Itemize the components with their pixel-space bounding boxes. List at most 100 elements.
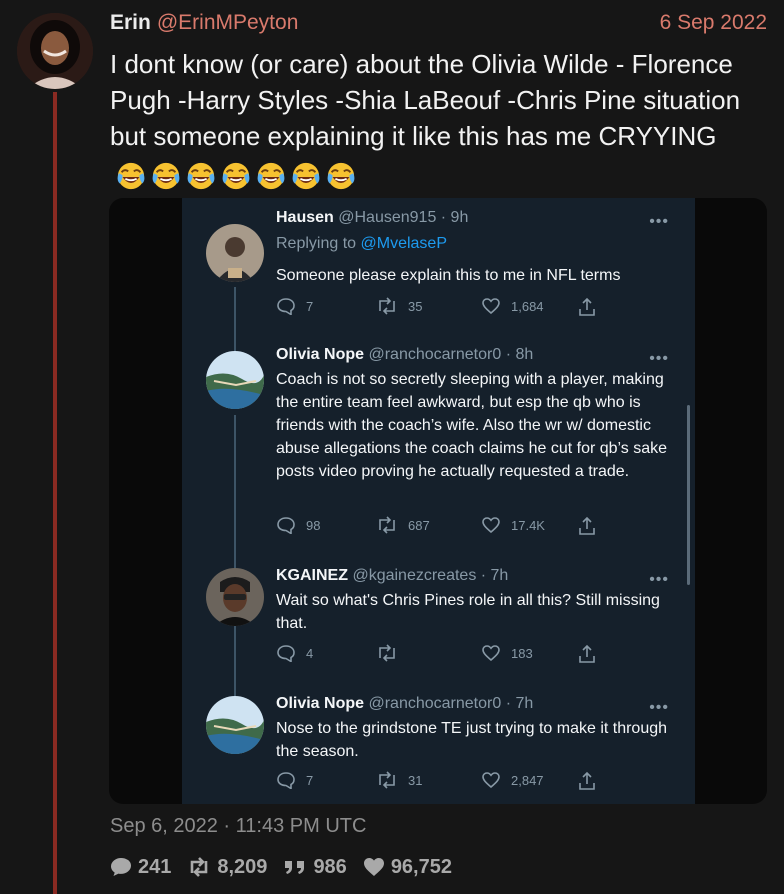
reply-avatar — [206, 224, 264, 282]
face-with-tears-of-joy-icon — [221, 161, 251, 191]
retweet-icon — [379, 771, 395, 789]
more-icon: ••• — [649, 213, 669, 230]
heart-icon — [363, 858, 384, 876]
face-with-tears-of-joy-icon — [151, 161, 181, 191]
tweet-header: Erin @ErinMPeyton 6 Sep 2022 — [110, 11, 767, 37]
replying-to: Replying to @MvelaseP — [276, 235, 447, 253]
author-handle[interactable]: @ErinMPeyton — [157, 11, 299, 34]
reply-avatar — [206, 351, 264, 409]
retweet-count-value: 35 — [408, 298, 423, 314]
retweet-icon — [379, 516, 395, 534]
share-icon — [578, 771, 606, 791]
tweet-text-content: I dont know (or care) about the Olivia W… — [110, 49, 741, 151]
retweet-count: 35 — [376, 297, 422, 315]
embedded-reply: Hausen @Hausen915 · 9h ••• Replying to @… — [182, 209, 695, 355]
replying-to-label: Replying to — [276, 235, 357, 252]
reply-handle-time: @ranchocarnetor0 · 8h — [368, 346, 534, 363]
tweet-stats: 241 8,209 986 96,752 — [110, 854, 468, 880]
speech-bubble-icon — [277, 772, 295, 789]
speech-bubble-icon — [111, 858, 131, 876]
reply-body: Wait so what's Chris Pines role in all t… — [276, 592, 660, 632]
retweet-icon — [379, 297, 395, 315]
heart-icon — [482, 298, 500, 315]
like-count: 1,684 — [481, 297, 544, 315]
screenshot-panel: Hausen @Hausen915 · 9h ••• Replying to @… — [182, 198, 695, 804]
reply-author-name: Olivia Nope — [276, 346, 365, 363]
reply-author-name: Olivia Nope — [276, 695, 365, 712]
face-with-tears-of-joy-icon — [256, 161, 286, 191]
more-icon: ••• — [649, 350, 669, 367]
share-icon — [578, 516, 606, 536]
like-count-value: 2,847 — [511, 772, 544, 788]
reply-thread-line — [234, 287, 236, 355]
replies-count: 241 — [138, 855, 172, 878]
speech-bubble-icon — [277, 645, 295, 662]
reply-handle-time: @kgainezcreates · 7h — [352, 567, 509, 584]
heart-icon — [482, 772, 500, 789]
retweet-icon — [379, 644, 395, 662]
retweet-count: 687 — [376, 516, 430, 534]
quotes-count: 986 — [313, 855, 347, 878]
embedded-reply: KGAINEZ @kgainezcreates · 7h ••• Wait so… — [182, 567, 695, 711]
reply-avatar — [206, 568, 264, 626]
quote-icon — [285, 861, 305, 874]
reply-body: Coach is not so secretly sleeping with a… — [276, 371, 668, 480]
reply-handle-time: @Hausen915 · 9h — [338, 209, 469, 226]
reply-avatar — [206, 696, 264, 754]
reply-header: Olivia Nope @ranchocarnetor0 · 7h — [276, 695, 533, 713]
heart-icon — [482, 645, 500, 662]
like-count-value: 17.4K — [511, 517, 545, 533]
reply-handle-time: @ranchocarnetor0 · 7h — [368, 695, 534, 712]
more-icon: ••• — [649, 699, 669, 716]
reply-count-value: 98 — [306, 517, 321, 533]
reply-count-value: 7 — [306, 772, 314, 788]
reply-count: 98 — [276, 516, 320, 534]
reply-author-name: Hausen — [276, 209, 334, 226]
reply-header: Hausen @Hausen915 · 9h — [276, 209, 468, 227]
thread-line — [53, 92, 57, 894]
share-icon — [578, 644, 606, 664]
embedded-reply: Olivia Nope @ranchocarnetor0 · 7h ••• No… — [182, 695, 695, 800]
retweets-stat[interactable]: 8,209 — [187, 856, 267, 879]
like-count: 2,847 — [481, 771, 544, 789]
more-icon: ••• — [649, 571, 669, 588]
reply-body: Someone please explain this to me in NFL… — [276, 267, 621, 284]
retweet-icon — [191, 857, 208, 877]
reply-body: Nose to the grindstone TE just trying to… — [276, 720, 668, 760]
face-with-tears-of-joy-icon — [326, 161, 356, 191]
author-name[interactable]: Erin — [110, 11, 151, 34]
retweet-count — [376, 644, 408, 662]
likes-stat[interactable]: 96,752 — [363, 856, 452, 879]
like-count-value: 183 — [511, 645, 533, 661]
face-with-tears-of-joy-icon — [291, 161, 321, 191]
embedded-reply: Olivia Nope @ranchocarnetor0 · 8h ••• Co… — [182, 346, 695, 633]
like-count: 17.4K — [481, 516, 545, 534]
reply-count: 7 — [276, 297, 313, 315]
reply-count-value: 4 — [306, 645, 314, 661]
face-with-tears-of-joy-icon — [116, 161, 146, 191]
emoji-row — [116, 156, 361, 192]
embedded-screenshot[interactable]: Hausen @Hausen915 · 9h ••• Replying to @… — [109, 198, 767, 804]
reply-header: Olivia Nope @ranchocarnetor0 · 8h — [276, 346, 533, 364]
like-count-value: 1,684 — [511, 298, 544, 314]
reply-count: 7 — [276, 771, 313, 789]
tweet-text: I dont know (or care) about the Olivia W… — [110, 46, 760, 192]
quotes-stat[interactable]: 986 — [283, 855, 347, 879]
reply-author-name: KGAINEZ — [276, 567, 348, 584]
tweet-timestamp[interactable]: Sep 6, 2022 · 11:43 PM UTC — [110, 815, 366, 838]
avatar[interactable] — [17, 13, 93, 89]
tweet-date[interactable]: 6 Sep 2022 — [660, 11, 767, 35]
retweet-count: 31 — [376, 771, 422, 789]
replying-to-link: @MvelaseP — [360, 235, 448, 252]
replies-stat[interactable]: 241 — [110, 856, 171, 879]
reply-count-value: 7 — [306, 298, 314, 314]
like-count: 183 — [481, 644, 533, 662]
retweet-count-value: 31 — [408, 772, 423, 788]
retweet-count-value: 687 — [408, 517, 430, 533]
reply-header: KGAINEZ @kgainezcreates · 7h — [276, 567, 508, 585]
face-with-tears-of-joy-icon — [186, 161, 216, 191]
speech-bubble-icon — [277, 298, 295, 315]
likes-count: 96,752 — [390, 855, 452, 878]
speech-bubble-icon — [277, 517, 295, 534]
share-icon — [578, 297, 606, 317]
